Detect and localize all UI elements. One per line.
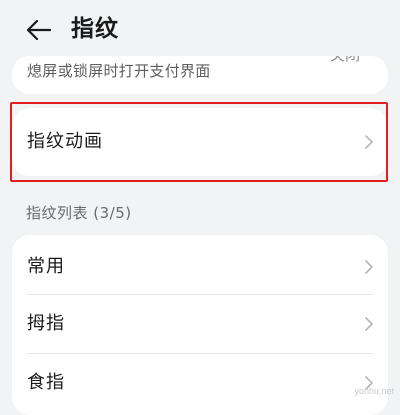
payment-screen-setting-card[interactable]: 关闭 熄屏或锁屏时打开支付界面 bbox=[12, 56, 388, 94]
fingerprint-list-header: 指纹列表 (3/5) bbox=[26, 204, 132, 222]
fingerprint-item-label: 拇指 bbox=[27, 313, 65, 334]
fingerprint-animation-row[interactable]: 指纹动画 bbox=[12, 108, 388, 176]
chevron-right-icon bbox=[365, 135, 373, 149]
fingerprint-item-label: 常用 bbox=[27, 256, 65, 277]
setting-description: 熄屏或锁屏时打开支付界面 bbox=[27, 62, 211, 80]
page-title: 指纹 bbox=[71, 16, 119, 42]
fingerprint-animation-label: 指纹动画 bbox=[27, 131, 103, 152]
setting-value: 关闭 bbox=[330, 56, 360, 64]
chevron-right-icon bbox=[365, 317, 373, 331]
chevron-right-icon bbox=[365, 260, 373, 274]
app-header: 指纹 bbox=[0, 0, 400, 58]
fingerprint-list-card: 常用 拇指 食指 bbox=[12, 235, 388, 415]
fingerprint-item-thumb[interactable]: 拇指 bbox=[12, 295, 388, 353]
fingerprint-item-index[interactable]: 食指 bbox=[12, 354, 388, 414]
fingerprint-item-common[interactable]: 常用 bbox=[12, 235, 388, 295]
back-button[interactable] bbox=[22, 16, 56, 44]
arrow-left-icon bbox=[26, 19, 52, 41]
watermark-text: yonhu.net bbox=[354, 386, 394, 396]
fingerprint-animation-card: 指纹动画 bbox=[12, 108, 388, 176]
fingerprint-item-label: 食指 bbox=[27, 372, 65, 393]
